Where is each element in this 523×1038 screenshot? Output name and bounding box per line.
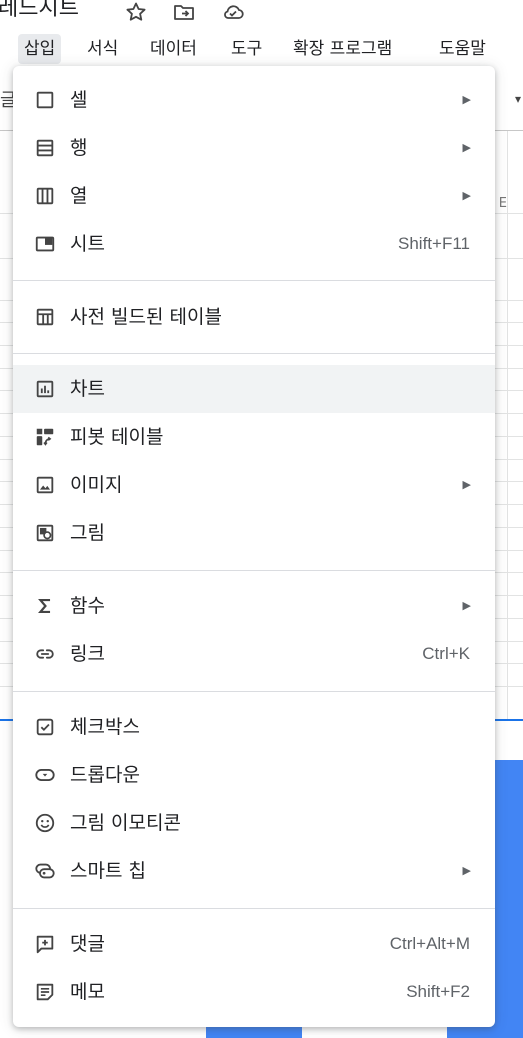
menu-item-label: 행 bbox=[70, 137, 88, 159]
keyboard-shortcut: Shift+F2 bbox=[406, 982, 470, 1001]
checkbox-icon bbox=[33, 715, 57, 739]
menu-item-columns[interactable]: 열 ▶ bbox=[13, 172, 495, 220]
menu-item-label: 셀 bbox=[70, 89, 88, 111]
menu-separator bbox=[13, 280, 495, 281]
menu-item-link[interactable]: 링크 Ctrl+K bbox=[13, 630, 495, 678]
star-icon[interactable] bbox=[124, 0, 150, 24]
note-icon bbox=[33, 980, 57, 1004]
smart-chip-icon bbox=[33, 859, 57, 883]
toolbar-dropdown-caret[interactable]: ▾ bbox=[515, 92, 521, 106]
dropdown-icon bbox=[33, 763, 57, 787]
menu-separator bbox=[13, 353, 495, 354]
menu-item-label: 스마트 칩 bbox=[70, 860, 146, 882]
rows-icon bbox=[33, 136, 57, 160]
menu-item-label: 체크박스 bbox=[70, 716, 140, 738]
menu-item-comment[interactable]: 댓글 Ctrl+Alt+M bbox=[13, 920, 495, 968]
menu-separator bbox=[13, 908, 495, 909]
title-bar: 레드시트 bbox=[0, 0, 523, 28]
menu-item-label: 함수 bbox=[70, 595, 105, 617]
grid-column-line bbox=[507, 131, 508, 721]
menu-item-label: 시트 bbox=[70, 233, 105, 255]
menu-item-drawing[interactable]: 그림 bbox=[13, 509, 495, 557]
sigma-icon bbox=[33, 594, 57, 618]
menu-item-label: 사전 빌드된 테이블 bbox=[70, 306, 222, 328]
menu-item-pivot-table[interactable]: 피봇 테이블 bbox=[13, 413, 495, 461]
chart-icon bbox=[33, 377, 57, 401]
cell-icon bbox=[33, 88, 57, 112]
image-icon bbox=[33, 473, 57, 497]
menu-tools[interactable]: 도구 bbox=[225, 34, 268, 64]
table-icon bbox=[33, 305, 57, 329]
link-icon bbox=[33, 642, 57, 666]
submenu-arrow-icon: ▶ bbox=[462, 599, 471, 612]
menu-item-note[interactable]: 메모 Shift+F2 bbox=[13, 968, 495, 1016]
menu-item-label: 드롭다운 bbox=[70, 764, 140, 786]
menu-extensions[interactable]: 확장 프로그램 bbox=[287, 34, 398, 64]
menu-item-label: 그림 bbox=[70, 522, 105, 544]
menu-bar: 삽입 서식 데이터 도구 확장 프로그램 도움말 bbox=[0, 32, 523, 64]
sheet-icon bbox=[33, 232, 57, 256]
menu-data[interactable]: 데이터 bbox=[144, 34, 203, 64]
cloud-saved-icon[interactable] bbox=[220, 0, 246, 24]
submenu-arrow-icon: ▶ bbox=[462, 141, 471, 154]
menu-format[interactable]: 서식 bbox=[81, 34, 124, 64]
menu-item-label: 메모 bbox=[70, 981, 105, 1003]
menu-item-smart-chip[interactable]: 스마트 칩 ▶ bbox=[13, 847, 495, 895]
menu-item-image[interactable]: 이미지 ▶ bbox=[13, 461, 495, 509]
menu-item-function[interactable]: 함수 ▶ bbox=[13, 582, 495, 630]
menu-item-label: 피봇 테이블 bbox=[70, 426, 164, 448]
menu-item-checkbox[interactable]: 체크박스 bbox=[13, 703, 495, 751]
submenu-arrow-icon: ▶ bbox=[462, 93, 471, 106]
submenu-arrow-icon: ▶ bbox=[462, 864, 471, 877]
menu-help[interactable]: 도움말 bbox=[433, 34, 492, 64]
menu-separator bbox=[13, 691, 495, 692]
submenu-arrow-icon: ▶ bbox=[462, 189, 471, 202]
pivot-table-icon bbox=[33, 425, 57, 449]
menu-separator bbox=[13, 570, 495, 571]
menu-item-sheet[interactable]: 시트 Shift+F11 bbox=[13, 220, 495, 268]
column-header-e[interactable]: E bbox=[499, 196, 507, 211]
keyboard-shortcut: Ctrl+Alt+M bbox=[389, 934, 470, 953]
submenu-arrow-icon: ▶ bbox=[462, 478, 471, 491]
menu-item-label: 차트 bbox=[70, 378, 105, 400]
menu-item-label: 열 bbox=[70, 185, 88, 207]
comment-icon bbox=[33, 932, 57, 956]
keyboard-shortcut: Ctrl+K bbox=[422, 644, 470, 663]
document-title[interactable]: 레드시트 bbox=[0, 0, 79, 24]
columns-icon bbox=[33, 184, 57, 208]
drawing-icon bbox=[33, 521, 57, 545]
menu-insert[interactable]: 삽입 bbox=[18, 34, 62, 64]
menu-item-emoji[interactable]: 그림 이모티콘 bbox=[13, 799, 495, 847]
menu-item-label: 댓글 bbox=[70, 933, 105, 955]
menu-item-label: 이미지 bbox=[70, 474, 123, 496]
menu-item-dropdown[interactable]: 드롭다운 bbox=[13, 751, 495, 799]
menu-item-label: 그림 이모티콘 bbox=[70, 812, 181, 834]
menu-item-label: 링크 bbox=[70, 643, 105, 665]
menu-item-chart[interactable]: 차트 bbox=[13, 365, 495, 413]
keyboard-shortcut: Shift+F11 bbox=[398, 234, 470, 253]
emoji-icon bbox=[33, 811, 57, 835]
insert-menu-dropdown: 셀 ▶ 행 ▶ 열 ▶ 시트 Shift+F11 사전 빌드된 테이블 차트 피… bbox=[13, 66, 495, 1027]
menu-item-rows[interactable]: 행 ▶ bbox=[13, 124, 495, 172]
menu-item-prebuilt-table[interactable]: 사전 빌드된 테이블 bbox=[13, 293, 495, 341]
move-folder-icon[interactable] bbox=[172, 0, 198, 24]
menu-item-cell[interactable]: 셀 ▶ bbox=[13, 76, 495, 124]
